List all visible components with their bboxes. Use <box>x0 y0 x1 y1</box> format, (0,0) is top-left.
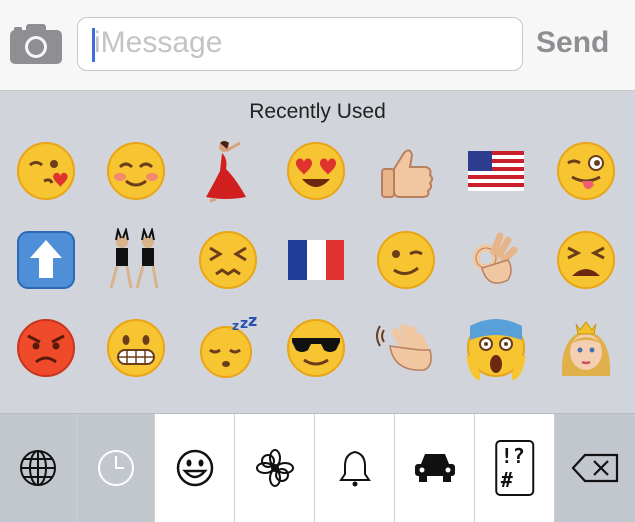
tab-objects[interactable] <box>315 414 395 522</box>
symbols-label: !?# <box>494 440 535 496</box>
tab-globe[interactable] <box>0 414 77 522</box>
emoji-category-bar: !?# <box>0 413 635 522</box>
clock-icon <box>97 450 134 486</box>
heart-eyes-face-icon[interactable] <box>284 139 348 203</box>
tab-symbols[interactable]: !?# <box>475 414 555 522</box>
confounded-face-icon[interactable] <box>196 228 260 292</box>
winking-face-icon[interactable] <box>374 228 438 292</box>
tab-places[interactable] <box>395 414 475 522</box>
dancing-women-icon[interactable] <box>104 228 168 292</box>
tired-face-icon[interactable] <box>554 228 618 292</box>
winking-tongue-face-icon[interactable] <box>554 139 618 203</box>
section-title: Recently Used <box>249 100 386 123</box>
flower-icon <box>255 449 294 487</box>
svg-text:z: z <box>248 316 257 330</box>
compose-bar: iMessage Send <box>0 0 635 91</box>
ok-hand-icon[interactable] <box>464 228 528 292</box>
backspace-icon <box>571 453 619 483</box>
dancer-icon[interactable] <box>196 139 260 203</box>
blushing-face-icon[interactable] <box>104 139 168 203</box>
message-input[interactable]: iMessage <box>77 17 523 71</box>
thumbs-up-icon[interactable] <box>374 139 438 203</box>
smiley-icon <box>176 449 213 487</box>
tab-nature[interactable] <box>235 414 315 522</box>
svg-text:z: z <box>240 316 248 332</box>
sleeping-face-icon[interactable]: z z z <box>196 316 260 380</box>
delete-key[interactable] <box>555 414 635 522</box>
tab-recent[interactable] <box>77 414 155 522</box>
globe-icon <box>20 450 56 486</box>
svg-text:z: z <box>232 319 239 333</box>
car-icon <box>414 454 455 482</box>
sunglasses-face-icon[interactable] <box>284 316 348 380</box>
waving-hand-icon[interactable] <box>374 316 438 380</box>
screaming-face-icon[interactable] <box>464 316 528 380</box>
princess-icon[interactable] <box>554 316 618 380</box>
tab-people[interactable] <box>155 414 235 522</box>
kissing-face-heart-icon[interactable] <box>14 139 78 203</box>
france-flag-icon[interactable] <box>284 228 348 292</box>
up-arrow-button-icon[interactable] <box>14 228 78 292</box>
grimacing-face-icon[interactable] <box>104 316 168 380</box>
us-flag-icon[interactable] <box>464 139 528 203</box>
send-button[interactable]: Send <box>536 26 609 60</box>
camera-icon[interactable] <box>10 24 62 64</box>
bell-icon <box>338 450 371 487</box>
angry-face-icon[interactable] <box>14 316 78 380</box>
message-placeholder: iMessage <box>94 26 223 59</box>
